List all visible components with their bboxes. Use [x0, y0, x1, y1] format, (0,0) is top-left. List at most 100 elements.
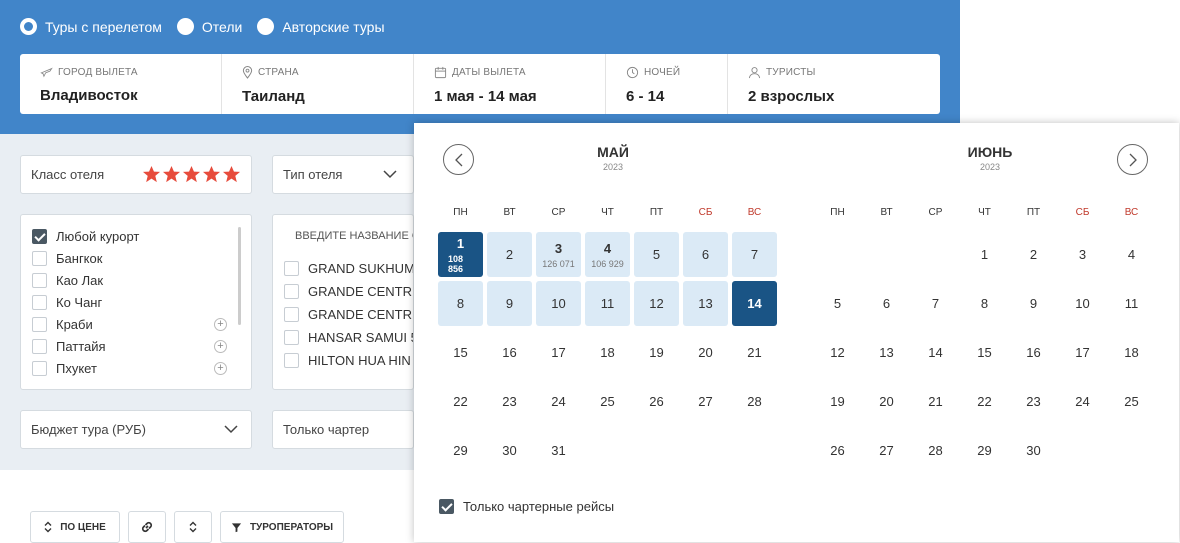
calendar-day[interactable]: 12 — [634, 281, 679, 326]
calendar-day[interactable]: 11 — [1109, 281, 1154, 326]
next-month-button[interactable] — [1117, 144, 1148, 175]
calendar-day[interactable]: 26 — [634, 379, 679, 424]
calendar-day[interactable]: 29 — [962, 428, 1007, 473]
calendar-day[interactable]: 8 — [962, 281, 1007, 326]
expand-icon[interactable]: + — [214, 361, 227, 375]
checkbox[interactable] — [32, 228, 47, 244]
calendar-day[interactable]: 31 — [536, 428, 581, 473]
calendar-day[interactable]: 24 — [536, 379, 581, 424]
calendar-day[interactable]: 9 — [1011, 281, 1056, 326]
calendar-day[interactable]: 28 — [913, 428, 958, 473]
calendar-day[interactable]: 25 — [585, 379, 630, 424]
calendar-day[interactable]: 6 — [683, 232, 728, 277]
star-icon[interactable] — [202, 165, 221, 184]
calendar-day[interactable]: 20 — [864, 379, 909, 424]
prev-month-button[interactable] — [443, 144, 474, 175]
charter-only-select[interactable]: Только чартер — [272, 410, 414, 449]
calendar-day[interactable]: 13 — [864, 330, 909, 375]
resort-item[interactable]: Любой курорт — [32, 225, 227, 247]
calendar-day[interactable]: 3 — [1060, 232, 1105, 277]
calendar-day[interactable]: 29 — [438, 428, 483, 473]
hotel-item[interactable]: GRANDE CENTRE — [284, 303, 413, 326]
calendar-day[interactable]: 17 — [536, 330, 581, 375]
checkbox[interactable] — [284, 307, 299, 322]
star-icon[interactable] — [182, 165, 201, 184]
calendar-day[interactable]: 20 — [683, 330, 728, 375]
radio-author-tours[interactable]: Авторские туры — [257, 18, 385, 35]
sort-by-price-button[interactable]: ПО ЦЕНЕ — [30, 511, 120, 543]
calendar-day[interactable]: 12 — [815, 330, 860, 375]
calendar-day[interactable]: 30 — [487, 428, 532, 473]
resort-item[interactable]: Бангкок — [32, 247, 227, 269]
checkbox[interactable] — [284, 353, 299, 368]
checkbox[interactable] — [284, 261, 299, 276]
calendar-day[interactable]: 5 — [815, 281, 860, 326]
calendar-day[interactable]: 10 — [536, 281, 581, 326]
calendar-day[interactable]: 4 — [1109, 232, 1154, 277]
hotel-item[interactable]: HANSAR SAMUI 5 — [284, 326, 413, 349]
resort-item[interactable]: Као Лак — [32, 269, 227, 291]
tour-operators-button[interactable]: ТУРОПЕРАТОРЫ — [220, 511, 344, 543]
calendar-day[interactable]: 8 — [438, 281, 483, 326]
calendar-day[interactable]: 1 — [962, 232, 1007, 277]
checkbox[interactable] — [32, 316, 47, 332]
calendar-day[interactable]: 5 — [634, 232, 679, 277]
calendar-day[interactable]: 16 — [487, 330, 532, 375]
country-field[interactable]: СТРАНА Таиланд — [222, 54, 414, 114]
calendar-day[interactable]: 16 — [1011, 330, 1056, 375]
calendar-day[interactable]: 3 126 071 — [536, 232, 581, 277]
nights-field[interactable]: НОЧЕЙ 6 - 14 — [606, 54, 728, 114]
calendar-day[interactable]: 14 — [732, 281, 777, 326]
star-icon[interactable] — [162, 165, 181, 184]
tourists-field[interactable]: ТУРИСТЫ 2 взрослых — [728, 54, 940, 114]
calendar-day[interactable]: 28 — [732, 379, 777, 424]
calendar-day[interactable]: 9 — [487, 281, 532, 326]
resort-item[interactable]: Пхукет + — [32, 357, 227, 379]
calendar-day[interactable]: 21 — [732, 330, 777, 375]
checkbox[interactable] — [32, 338, 47, 354]
scrollbar[interactable] — [238, 227, 241, 325]
radio-tours-with-flight[interactable]: Туры с перелетом — [20, 18, 162, 35]
calendar-day[interactable]: 14 — [913, 330, 958, 375]
calendar-day[interactable]: 2 — [487, 232, 532, 277]
hotel-type-select[interactable]: Тип отеля — [272, 155, 414, 194]
checkbox[interactable] — [284, 284, 299, 299]
calendar-day[interactable]: 6 — [864, 281, 909, 326]
star-icon[interactable] — [222, 165, 241, 184]
calendar-day[interactable]: 15 — [438, 330, 483, 375]
calendar-day[interactable]: 15 — [962, 330, 1007, 375]
calendar-day[interactable]: 10 — [1060, 281, 1105, 326]
charter-flights-checkbox[interactable]: Только чартерные рейсы — [439, 499, 614, 514]
calendar-day[interactable]: 21 — [913, 379, 958, 424]
calendar-day[interactable]: 26 — [815, 428, 860, 473]
calendar-day[interactable]: 11 — [585, 281, 630, 326]
calendar-day[interactable]: 7 — [732, 232, 777, 277]
calendar-day[interactable]: 4 106 929 — [585, 232, 630, 277]
resort-item[interactable]: Паттайя + — [32, 335, 227, 357]
calendar-day[interactable]: 17 — [1060, 330, 1105, 375]
sort-toggle-button[interactable] — [174, 511, 212, 543]
checkbox[interactable] — [32, 294, 47, 310]
checkbox[interactable] — [32, 360, 47, 376]
calendar-day[interactable]: 18 — [585, 330, 630, 375]
calendar-day[interactable]: 30 — [1011, 428, 1056, 473]
hotel-item[interactable]: GRAND SUKHUMV — [284, 257, 413, 280]
checkbox[interactable] — [284, 330, 299, 345]
checkbox[interactable] — [32, 272, 47, 288]
calendar-day[interactable]: 18 — [1109, 330, 1154, 375]
calendar-day[interactable]: 19 — [634, 330, 679, 375]
calendar-day[interactable]: 23 — [1011, 379, 1056, 424]
calendar-day[interactable]: 2 — [1011, 232, 1056, 277]
calendar-day[interactable]: 13 — [683, 281, 728, 326]
star-icon[interactable] — [142, 165, 161, 184]
calendar-day[interactable]: 27 — [864, 428, 909, 473]
calendar-day[interactable]: 25 — [1109, 379, 1154, 424]
checkbox[interactable] — [439, 499, 454, 514]
calendar-day[interactable]: 22 — [962, 379, 1007, 424]
hotel-item[interactable]: HILTON HUA HIN — [284, 349, 413, 372]
budget-select[interactable]: Бюджет тура (РУБ) — [20, 410, 252, 449]
stars-rating[interactable] — [141, 165, 241, 184]
calendar-day[interactable]: 7 — [913, 281, 958, 326]
dates-field[interactable]: ДАТЫ ВЫЛЕТА 1 мая - 14 мая — [414, 54, 606, 114]
calendar-day[interactable]: 1 108 856 — [438, 232, 483, 277]
